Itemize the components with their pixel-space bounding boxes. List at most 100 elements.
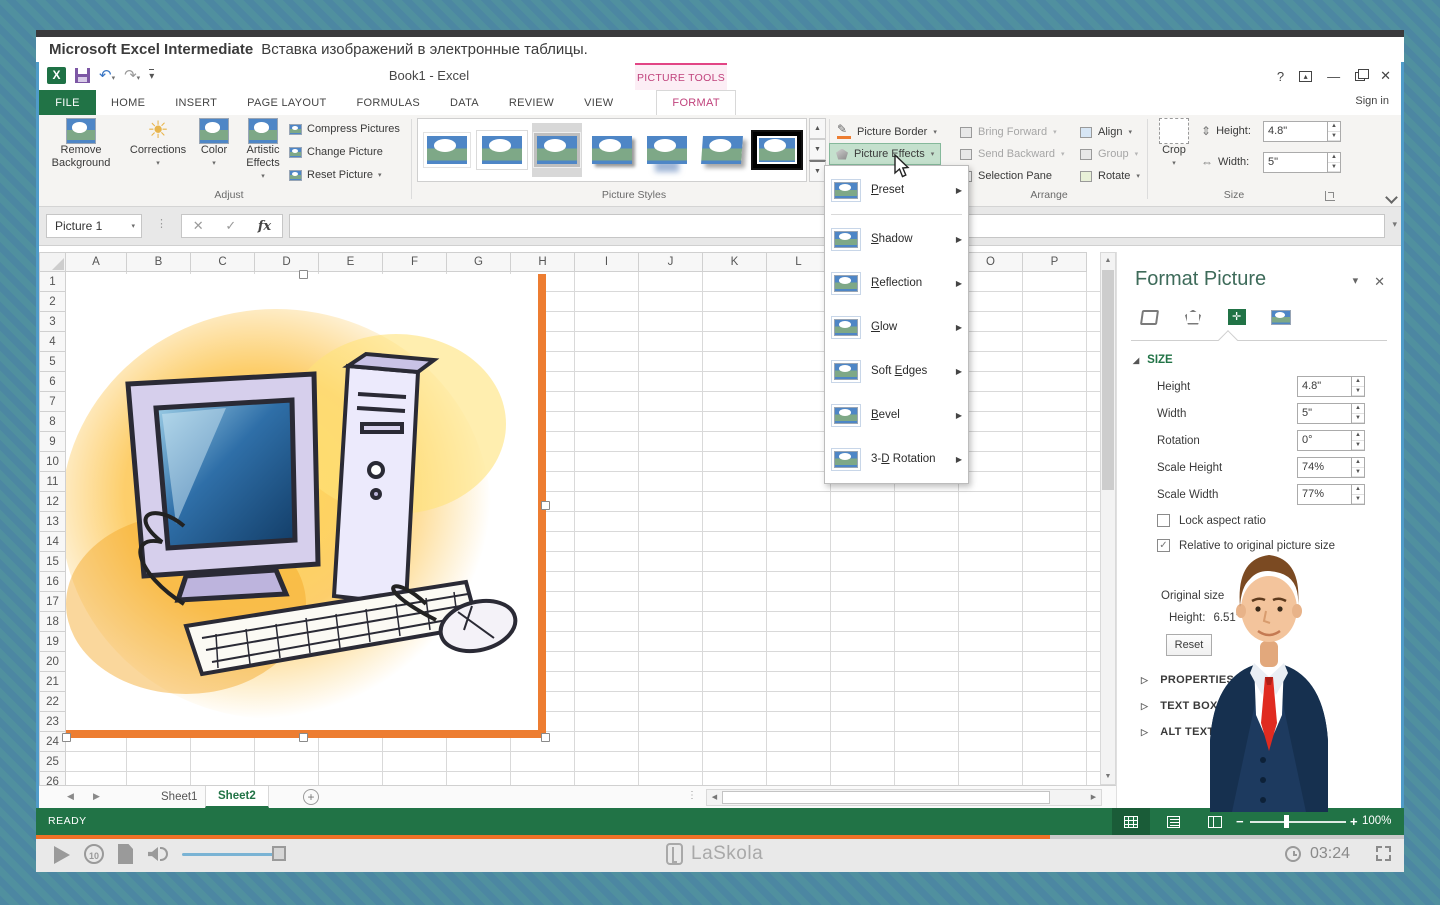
- sheet-tab-sheet1[interactable]: Sheet1: [149, 786, 210, 808]
- inserted-picture[interactable]: [66, 274, 546, 738]
- size-properties-icon[interactable]: [1225, 306, 1249, 328]
- tab-insert[interactable]: INSERT: [160, 90, 232, 115]
- row-header-19[interactable]: 19: [39, 632, 66, 652]
- name-box[interactable]: Picture 1 ▾: [46, 214, 142, 238]
- send-backward-button[interactable]: Send Backward ▾: [954, 143, 1071, 165]
- tab-format[interactable]: FORMAT: [656, 90, 735, 115]
- spin-up-icon[interactable]: ▲: [1352, 458, 1364, 468]
- row-header-9[interactable]: 9: [39, 432, 66, 452]
- tab-data[interactable]: DATA: [435, 90, 494, 115]
- spin-down-icon[interactable]: ▼: [1352, 495, 1364, 505]
- picture-handle-bottom[interactable]: [299, 733, 308, 742]
- row-header-3[interactable]: 3: [39, 312, 66, 332]
- row-header-10[interactable]: 10: [39, 452, 66, 472]
- tab-home[interactable]: HOME: [96, 90, 160, 115]
- sign-in-link[interactable]: Sign in: [1355, 95, 1389, 107]
- scroll-left-icon[interactable]: ◀: [707, 790, 722, 805]
- zoom-out-icon[interactable]: −: [1236, 814, 1244, 829]
- spin-down-icon[interactable]: ▼: [1352, 387, 1364, 397]
- zoom-level[interactable]: 100%: [1362, 815, 1391, 827]
- customize-qat-icon[interactable]: ▾: [149, 69, 154, 82]
- spin-up-icon[interactable]: ▲: [1352, 377, 1364, 387]
- picture-style-2[interactable]: [477, 123, 527, 177]
- checkbox-icon[interactable]: ✓: [1157, 539, 1170, 552]
- row-header-18[interactable]: 18: [39, 612, 66, 632]
- size-section-header[interactable]: ◢ SIZE: [1133, 354, 1173, 366]
- tab-file[interactable]: FILE: [39, 90, 96, 115]
- pane-close-icon[interactable]: ✕: [1374, 274, 1385, 290]
- picture-style-4[interactable]: [587, 123, 637, 177]
- row-header-14[interactable]: 14: [39, 532, 66, 552]
- row-header-11[interactable]: 11: [39, 472, 66, 492]
- height-down-icon[interactable]: ▼: [1328, 132, 1340, 142]
- row-header-12[interactable]: 12: [39, 492, 66, 512]
- view-normal-button[interactable]: [1112, 808, 1150, 835]
- spin-up-icon[interactable]: ▲: [1352, 404, 1364, 414]
- row-header-5[interactable]: 5: [39, 352, 66, 372]
- view-page-layout-button[interactable]: [1154, 808, 1192, 835]
- pane-field-input[interactable]: 74%▲▼: [1297, 457, 1365, 478]
- vertical-scroll-thumb[interactable]: [1102, 270, 1114, 490]
- picture-effects-button[interactable]: Picture Effects ▾: [829, 143, 941, 165]
- zoom-in-icon[interactable]: +: [1350, 814, 1358, 829]
- picture-icon[interactable]: [1269, 306, 1293, 328]
- menu-item-reflection[interactable]: Reflection▶: [825, 261, 968, 305]
- pane-options-icon[interactable]: ▾: [1353, 274, 1359, 290]
- row-header-20[interactable]: 20: [39, 652, 66, 672]
- menu-item-shadow[interactable]: Shadow▶: [825, 217, 968, 261]
- horizontal-scroll-thumb[interactable]: [722, 791, 1050, 804]
- close-button[interactable]: ✕: [1380, 68, 1391, 84]
- shape-height-input[interactable]: 4.8" ▲▼: [1263, 121, 1341, 142]
- row-header-21[interactable]: 21: [39, 672, 66, 692]
- horizontal-scrollbar[interactable]: ◀ ▶: [706, 789, 1102, 806]
- column-header-E[interactable]: E: [319, 252, 383, 272]
- size-dialog-launcher-icon[interactable]: [1325, 191, 1335, 201]
- zoom-slider[interactable]: [1250, 821, 1346, 823]
- spin-up-icon[interactable]: ▲: [1352, 431, 1364, 441]
- picture-handle-right[interactable]: [541, 501, 550, 510]
- gallery-up-icon[interactable]: ▲: [809, 118, 826, 139]
- column-header-J[interactable]: J: [639, 252, 703, 272]
- row-header-4[interactable]: 4: [39, 332, 66, 352]
- picture-styles-gallery[interactable]: [417, 118, 807, 182]
- column-header-G[interactable]: G: [447, 252, 511, 272]
- menu-item-bevel[interactable]: Bevel▶: [825, 393, 968, 437]
- picture-handle-bottom-left[interactable]: [62, 733, 71, 742]
- reset-picture-button[interactable]: Reset Picture ▾: [289, 169, 382, 181]
- crop-button[interactable]: Crop ▾: [1156, 118, 1192, 170]
- column-header-K[interactable]: K: [703, 252, 767, 272]
- volume-slider[interactable]: [182, 853, 282, 856]
- tab-page-layout[interactable]: PAGE LAYOUT: [232, 90, 341, 115]
- menu-item-glow[interactable]: Glow▶: [825, 305, 968, 349]
- tabbar-splitter[interactable]: ⋮: [687, 790, 697, 801]
- help-button[interactable]: ?: [1277, 69, 1284, 84]
- column-header-C[interactable]: C: [191, 252, 255, 272]
- corrections-button[interactable]: ☀ Corrections ▾: [127, 118, 189, 170]
- notes-icon[interactable]: [118, 844, 133, 864]
- select-all-corner[interactable]: [39, 252, 66, 272]
- artistic-effects-button[interactable]: Artistic Effects ▾: [237, 118, 289, 183]
- row-header-13[interactable]: 13: [39, 512, 66, 532]
- row-header-8[interactable]: 8: [39, 412, 66, 432]
- restore-button[interactable]: [1355, 72, 1365, 81]
- save-icon[interactable]: [75, 68, 90, 83]
- vertical-scrollbar[interactable]: ▲ ▼: [1100, 252, 1116, 785]
- new-sheet-button[interactable]: +: [303, 789, 319, 805]
- fullscreen-icon[interactable]: [1376, 846, 1391, 861]
- gallery-down-icon[interactable]: ▼: [809, 139, 826, 160]
- play-icon[interactable]: [54, 846, 70, 864]
- sheet-next-icon[interactable]: ▶: [93, 791, 100, 802]
- redo-icon[interactable]: ↷▾: [124, 66, 140, 84]
- spin-down-icon[interactable]: ▼: [1352, 441, 1364, 451]
- row-header-22[interactable]: 22: [39, 692, 66, 712]
- spin-down-icon[interactable]: ▼: [1352, 414, 1364, 424]
- spin-up-icon[interactable]: ▲: [1352, 485, 1364, 495]
- picture-style-3[interactable]: [532, 123, 582, 177]
- rotate-button[interactable]: Rotate ▾: [1074, 165, 1146, 187]
- column-header-H[interactable]: H: [511, 252, 575, 272]
- bring-forward-button[interactable]: Bring Forward ▾: [954, 121, 1063, 143]
- row-header-2[interactable]: 2: [39, 292, 66, 312]
- tab-view[interactable]: VIEW: [569, 90, 628, 115]
- sheet-prev-icon[interactable]: ◀: [67, 791, 74, 802]
- row-header-25[interactable]: 25: [39, 752, 66, 772]
